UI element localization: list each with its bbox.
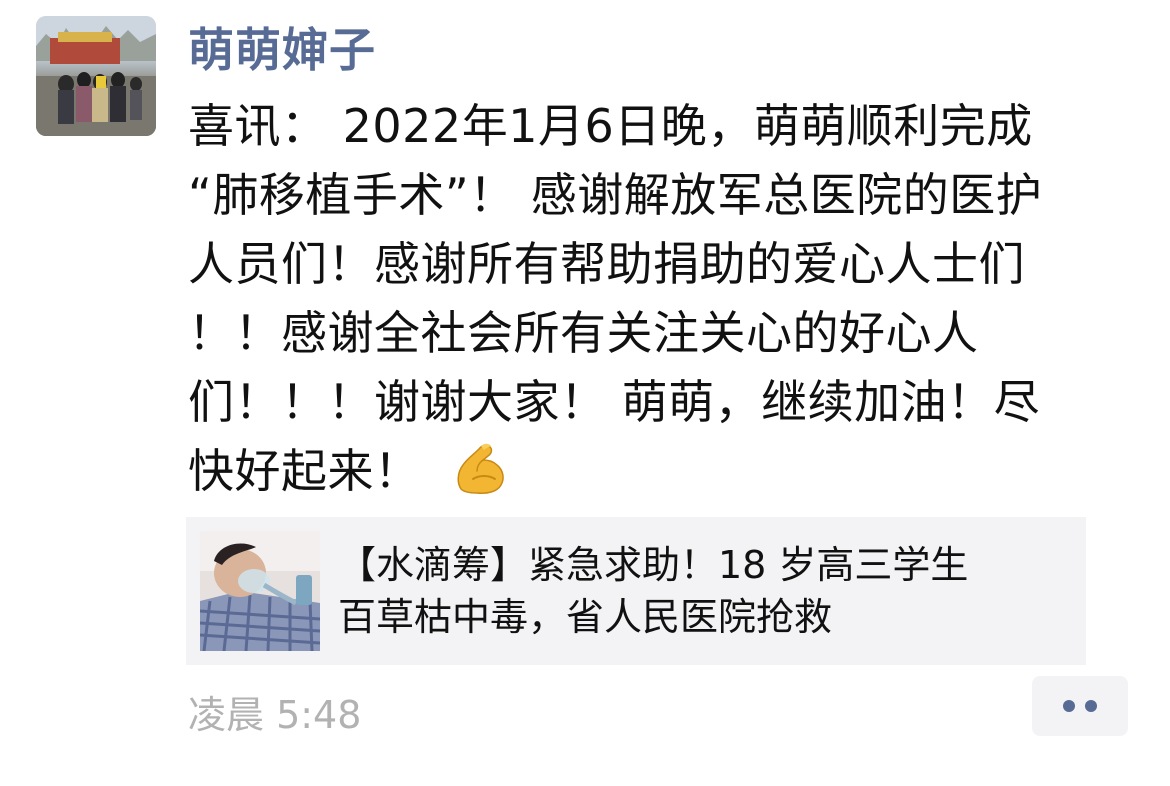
post-text-line: 人员们！感谢所有帮助捐助的爱心人士们 (188, 237, 1025, 291)
post-text: 喜讯： 2022年1月6日晚，萌萌顺利完成 “肺移植手术”！ 感谢解放军总医院的… (188, 92, 1148, 506)
post-text-line: 快好起来！ (188, 444, 421, 498)
post-timestamp: 凌晨 5:48 (188, 693, 362, 737)
post-text-line: 们！！！谢谢大家！ 萌萌，继续加油！尽 (188, 375, 1041, 429)
dot (1063, 700, 1075, 712)
post-text-line: “肺移植手术”！ 感谢解放军总医院的医护 (188, 168, 1043, 222)
link-title-line: 百草枯中毒，省人民医院抢救 (338, 595, 833, 639)
post-text-line: 喜讯： 2022年1月6日晚，萌萌顺利完成 (188, 99, 1033, 153)
avatar[interactable] (36, 16, 156, 136)
dot (1085, 700, 1097, 712)
author-name[interactable]: 萌萌婶子 (188, 14, 376, 80)
link-title: 【水滴筹】紧急求助！18 岁高三学生 百草枯中毒，省人民医院抢救 (338, 539, 1068, 643)
more-actions-button[interactable] (1032, 676, 1128, 736)
post-text-last-line: 快好起来！ (188, 437, 1148, 506)
link-title-line: 【水滴筹】紧急求助！18 岁高三学生 (338, 543, 969, 587)
flexed-biceps-emoji (451, 439, 511, 499)
post-text-line: ！！感谢全社会所有关注关心的好心人 (188, 306, 979, 360)
shared-link-card[interactable]: 【水滴筹】紧急求助！18 岁高三学生 百草枯中毒，省人民医院抢救 (186, 517, 1086, 665)
moments-post: 萌萌婶子 喜讯： 2022年1月6日晚，萌萌顺利完成 “肺移植手术”！ 感谢解放… (0, 0, 1170, 786)
link-thumbnail (200, 531, 320, 651)
